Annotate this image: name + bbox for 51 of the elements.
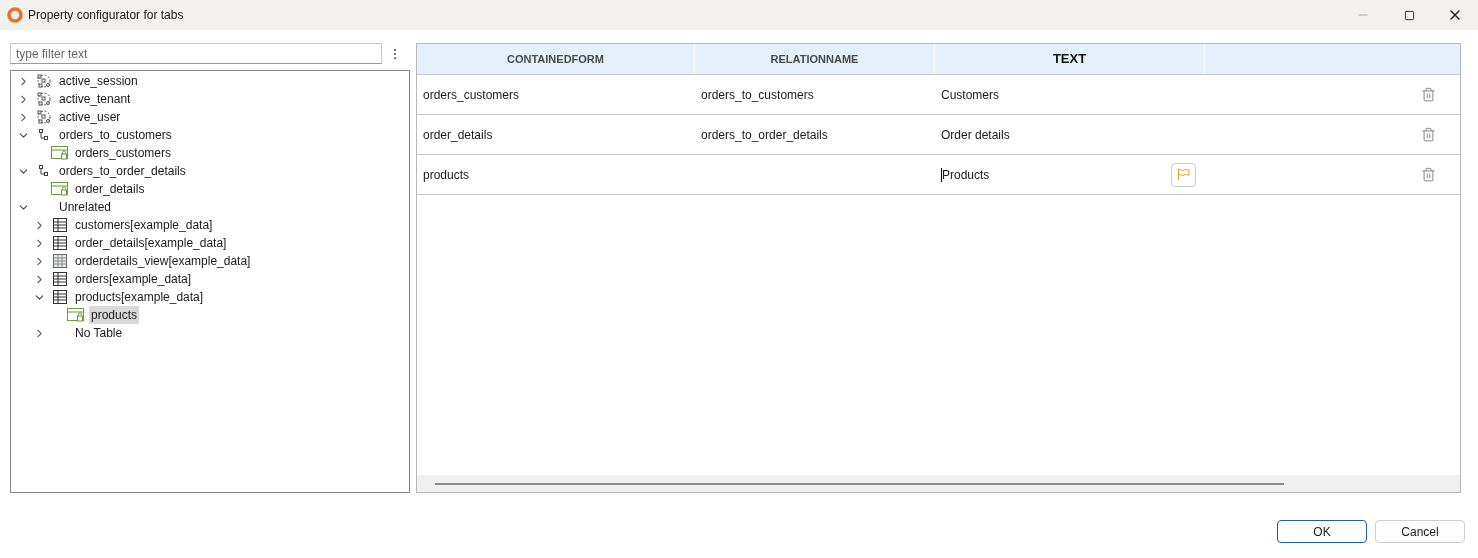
tree-item[interactable]: orders[example_data] bbox=[73, 270, 194, 288]
form-icon bbox=[51, 182, 69, 196]
horizontal-scrollbar[interactable] bbox=[417, 475, 1460, 492]
form-icon bbox=[67, 308, 85, 322]
filter-field[interactable]: type filter text bbox=[10, 43, 382, 64]
tree-item[interactable]: active_tenant bbox=[57, 90, 133, 108]
table-cell-text: orders_customers bbox=[423, 86, 520, 104]
cancel-button[interactable]: Cancel bbox=[1375, 520, 1465, 543]
relation-group-icon bbox=[36, 73, 52, 89]
table-cell-text: Customers bbox=[941, 86, 999, 104]
ok-button[interactable]: OK bbox=[1277, 520, 1367, 543]
table-cell-text: order_details bbox=[423, 126, 493, 144]
relation-icon bbox=[39, 129, 49, 141]
app-logo-icon bbox=[7, 7, 23, 23]
tree-item[interactable]: active_user bbox=[57, 108, 123, 126]
tree-item[interactable]: No Table bbox=[73, 324, 125, 342]
tree-item[interactable]: orderdetails_view[example_data] bbox=[73, 252, 253, 270]
tree-item[interactable]: orders_to_customers bbox=[57, 126, 174, 144]
tree-item[interactable]: products[example_data] bbox=[73, 288, 206, 306]
table-cell-text: products bbox=[423, 166, 470, 184]
tree-item[interactable]: order_details[example_data] bbox=[73, 234, 229, 252]
tree-item[interactable]: active_session bbox=[57, 72, 140, 90]
table-cell-text: Products bbox=[942, 166, 990, 184]
column-header[interactable]: RELATIONNAME bbox=[695, 44, 935, 74]
column-header[interactable]: CONTAINEDFORM bbox=[417, 44, 695, 74]
tree-item[interactable]: orders_customers bbox=[73, 144, 174, 162]
table-cell-text: Order details bbox=[941, 126, 1010, 144]
tree-item[interactable]: orders_to_order_details bbox=[57, 162, 188, 180]
delete-icon[interactable] bbox=[1421, 167, 1436, 182]
relation-icon bbox=[39, 165, 49, 177]
tree-item[interactable]: products bbox=[89, 306, 140, 324]
delete-icon[interactable] bbox=[1421, 127, 1436, 142]
table-cell-text: orders_to_order_details bbox=[701, 126, 828, 144]
table-cell-text: orders_to_customers bbox=[701, 86, 814, 104]
table-icon bbox=[53, 218, 67, 232]
maximize-icon[interactable] bbox=[1403, 9, 1415, 21]
relation-group-icon bbox=[36, 91, 52, 107]
tree-item[interactable]: order_details bbox=[73, 180, 147, 198]
column-header[interactable]: TEXT bbox=[935, 44, 1205, 74]
flag-icon bbox=[1177, 168, 1190, 181]
table-icon bbox=[53, 272, 67, 286]
form-icon bbox=[51, 146, 69, 160]
text-cursor bbox=[941, 167, 942, 182]
window-title: Property configurator for tabs bbox=[28, 7, 184, 24]
relation-group-icon bbox=[36, 109, 52, 125]
tree-item[interactable]: Unrelated bbox=[57, 198, 114, 216]
table-icon bbox=[53, 236, 67, 250]
table-icon bbox=[53, 290, 67, 304]
tree-item[interactable]: customers[example_data] bbox=[73, 216, 215, 234]
delete-icon[interactable] bbox=[1421, 87, 1436, 102]
view-icon bbox=[53, 254, 67, 268]
